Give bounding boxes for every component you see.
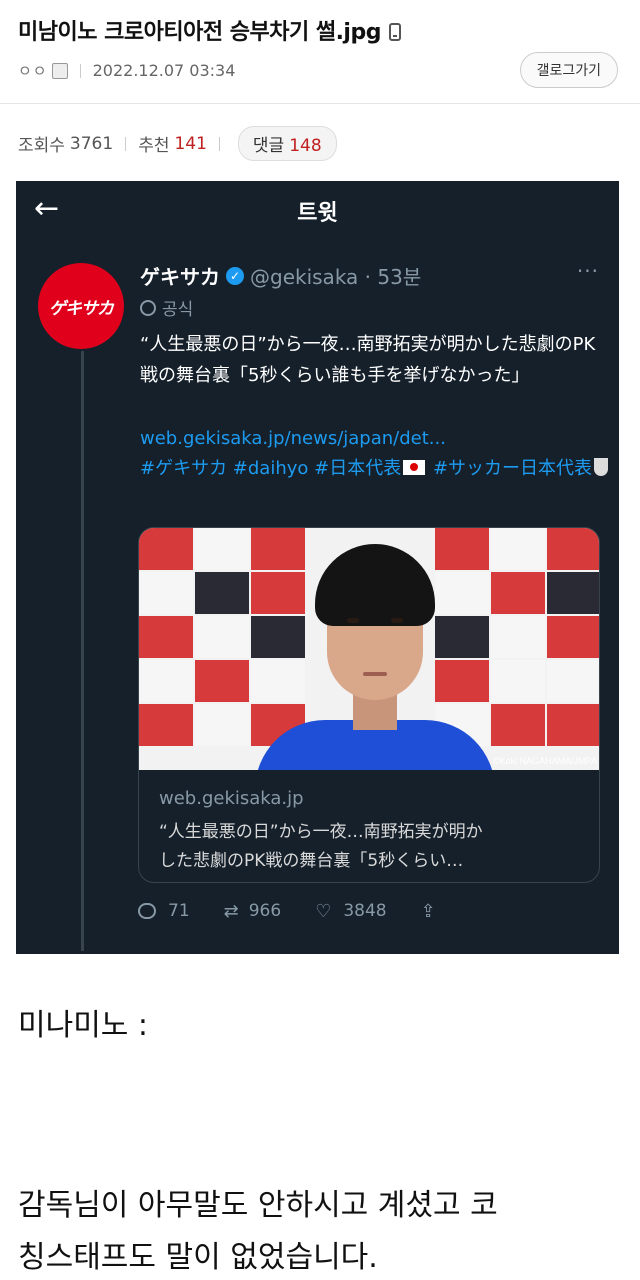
post-stats: 조회수 3761 추천 141 댓글 148	[18, 126, 337, 161]
retweet-action: ⇄ 966	[224, 901, 282, 922]
post-title: 미남이노 크로아티아전 승부차기 썰.jpg	[18, 14, 401, 46]
jfa-crest-icon	[594, 458, 609, 476]
avatar-logo-text: ゲキサカ	[49, 298, 114, 319]
comments-button[interactable]: 댓글 148	[237, 126, 337, 161]
card-domain: web.gekisaka.jp	[159, 788, 304, 809]
post-header: 미남이노 크로아티아전 승부차기 썰.jpg ㅇㅇ 2022.12.07 03:…	[0, 0, 640, 104]
mobile-icon	[388, 23, 401, 41]
official-text: 공식	[162, 300, 194, 320]
tweet-link: web.gekisaka.jp/news/japan/det...	[140, 428, 446, 449]
post-date: 2022.12.07 03:34	[92, 61, 236, 80]
post-body-line-3: 칭스태프도 말이 없었습니다.	[18, 1240, 378, 1275]
retweet-count: 966	[248, 901, 282, 921]
more-options-icon: ···	[576, 259, 599, 283]
heart-icon: ♡	[315, 900, 332, 922]
retweet-icon: ⇄	[223, 900, 239, 922]
tweet-header-title: 트윗	[297, 201, 338, 226]
photo-credit: ©Koki NAGAHAMA/JMPA	[493, 756, 597, 766]
comments-label: 댓글	[252, 136, 285, 156]
post-meta: ㅇㅇ 2022.12.07 03:34	[18, 60, 235, 81]
recommend-label: 추천	[138, 136, 170, 156]
views-label: 조회수	[18, 136, 65, 156]
tweet-author-row: ゲキサカ ✓ @gekisaka · 53분	[140, 261, 421, 290]
verified-badge-icon: ✓	[226, 266, 244, 285]
tweet-actions: 71 ⇄ 966 ♡ 3848 ⇪	[138, 893, 608, 929]
tweet-screenshot: ← 트윗 ゲキサカ ゲキサカ ✓ @gekisaka · 53분 ··· 공식 …	[16, 181, 619, 954]
tweet-topbar: ← 트윗	[16, 181, 619, 237]
tweet-author-name: ゲキサカ	[140, 265, 220, 289]
author-nickname[interactable]: ㅇㅇ	[18, 60, 48, 81]
reply-icon	[138, 903, 156, 919]
card-title: “人生最悪の日”から一夜…南野拓実が明か した悲劇のPK戦の舞台裏「5秒くらい…	[159, 822, 483, 871]
official-label: 공식	[140, 295, 193, 320]
tweet-handle: @gekisaka · 53분	[250, 265, 422, 289]
thread-line	[81, 351, 84, 951]
reply-count: 71	[168, 901, 190, 921]
japan-flag-icon	[403, 460, 426, 475]
hashtags-part-2: #サッカー日本代表	[427, 458, 593, 479]
card-photo: ©Koki NAGAHAMA/JMPA	[139, 528, 599, 770]
post-body-line-2: 감독님이 아무말도 안하시고 계셨고 코	[18, 1188, 498, 1223]
user-level-icon	[51, 62, 68, 79]
like-action: ♡ 3848	[315, 901, 386, 922]
link-preview-card: ©Koki NAGAHAMA/JMPA web.gekisaka.jp “人生最…	[138, 527, 600, 883]
check-circle-icon	[140, 299, 156, 316]
tweet-text: “人生最悪の日”から一夜…南野拓実が明かした悲劇のPK戦の舞台裏「5秒くらい誰も…	[140, 334, 596, 386]
post-body-line-1: 미나미노 :	[18, 1008, 149, 1043]
views-count: 3761	[69, 133, 114, 154]
reply-action: 71	[138, 901, 190, 921]
avatar: ゲキサカ	[38, 263, 124, 349]
comments-count: 148	[289, 136, 322, 156]
like-count: 3848	[343, 901, 387, 921]
player-photo	[255, 544, 495, 770]
post-title-text: 미남이노 크로아티아전 승부차기 썰.jpg	[18, 20, 381, 45]
tweet-hashtags: #ゲキサカ #daihyo #日本代表 #サッカー日本代表	[140, 453, 610, 484]
divider	[218, 136, 220, 151]
divider	[79, 63, 81, 78]
share-icon: ⇪	[420, 900, 436, 922]
gallog-button[interactable]: 갤로그가기	[519, 52, 618, 88]
divider	[125, 136, 127, 151]
recommend-count: 141	[174, 133, 207, 154]
hashtags-part-1: #ゲキサカ #daihyo #日本代表	[140, 458, 402, 479]
